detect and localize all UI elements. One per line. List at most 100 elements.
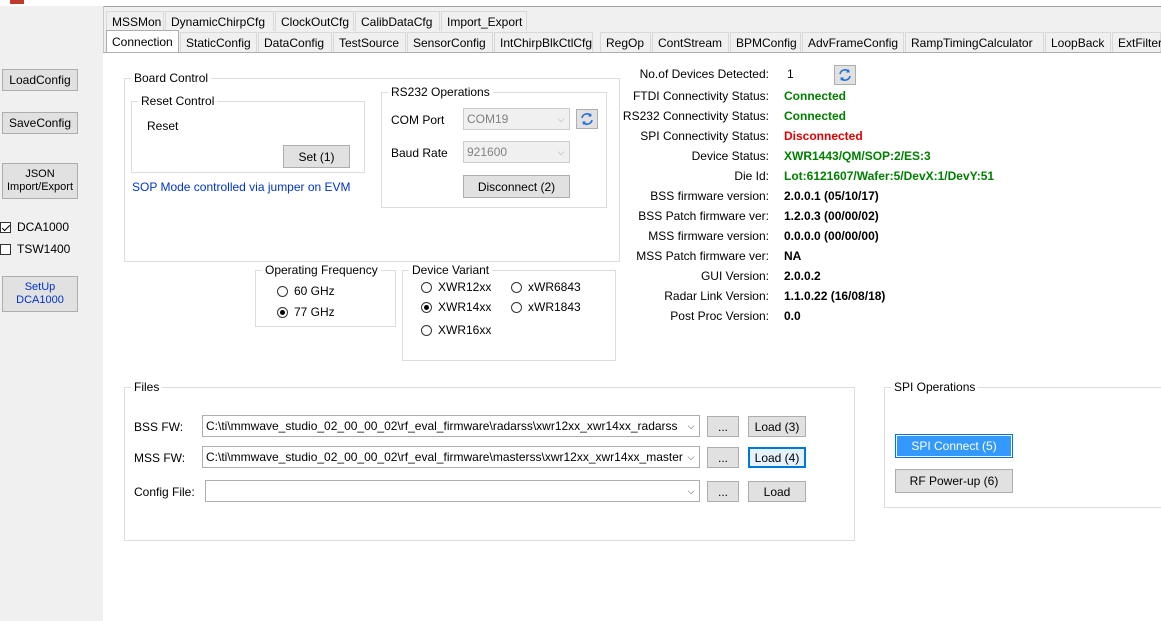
radio-77ghz[interactable]: 77 GHz <box>277 305 335 319</box>
com-port-label: COM Port <box>391 113 445 127</box>
radio-xwr12xx[interactable]: XWR12xx <box>421 280 491 294</box>
radio-xwr14xx[interactable]: XWR14xx <box>421 300 491 314</box>
radio-xwr12xx-label: XWR12xx <box>438 280 492 294</box>
tab-calibdatacfg[interactable]: CalibDataCfg <box>355 11 440 31</box>
bss-fw-path-combo[interactable]: C:\ti\mmwave_studio_02_00_00_02\rf_eval_… <box>202 415 700 437</box>
tab-bpmconfig[interactable]: BPMConfig <box>730 32 801 52</box>
bss-browse-button[interactable]: ... <box>707 416 739 437</box>
mss-fw-path: C:\ti\mmwave_studio_02_00_00_02\rf_eval_… <box>206 450 683 464</box>
load-bss-button[interactable]: Load (3) <box>748 416 806 437</box>
tab-contstream[interactable]: ContStream <box>652 32 729 52</box>
save-config-button[interactable]: SaveConfig <box>2 112 78 134</box>
config-browse-button[interactable]: ... <box>707 481 739 502</box>
tab-dataconfig[interactable]: DataConfig <box>258 32 332 52</box>
radio-xwr14xx-label: XWR14xx <box>438 300 492 314</box>
tab-testsource[interactable]: TestSource <box>333 32 406 52</box>
mss-fw-path-combo[interactable]: C:\ti\mmwave_studio_02_00_00_02\rf_eval_… <box>202 446 700 468</box>
tab-dynamicchirpcfg[interactable]: DynamicChirpCfg <box>165 11 274 31</box>
tab-intchirpblkctlcfg[interactable]: IntChirpBlkCtlCfg <box>494 32 593 52</box>
config-file-label: Config File: <box>134 485 195 499</box>
device-variant-title: Device Variant <box>409 263 493 277</box>
devices-detected-value: 1 <box>787 67 794 81</box>
json-import-export-button[interactable]: JSON Import/Export <box>2 163 78 199</box>
tab-sensorconfig[interactable]: SensorConfig <box>407 32 493 52</box>
status-label: Die Id: <box>734 169 769 183</box>
refresh-icon <box>839 69 851 81</box>
status-value: 0.0.0.0 (00/00/00) <box>784 229 879 243</box>
status-label: MSS Patch firmware ver: <box>636 249 769 263</box>
load-config-file-button[interactable]: Load <box>748 481 806 502</box>
load-config-button[interactable]: LoadConfig <box>2 69 78 91</box>
config-file-combo[interactable]: ⌵ <box>205 480 700 502</box>
setup-button-line2: DCA1000 <box>16 294 64 306</box>
dca1000-check-icon <box>0 221 11 233</box>
sop-mode-note: SOP Mode controlled via jumper on EVM <box>132 180 351 194</box>
tab-ramptimingcalculator[interactable]: RampTimingCalculator <box>905 32 1044 52</box>
files-title: Files <box>131 380 163 394</box>
tab-connection[interactable]: Connection <box>106 30 179 52</box>
board-control-title: Board Control <box>131 71 212 85</box>
window-top-edge <box>0 0 1161 7</box>
status-value: 1.1.0.22 (16/08/18) <box>784 289 886 303</box>
left-panel: LoadConfig SaveConfig JSON Import/Export… <box>0 6 104 620</box>
setup-button-line1: SetUp <box>24 281 56 293</box>
disconnect-button[interactable]: Disconnect (2) <box>463 175 570 198</box>
tab-regop[interactable]: RegOp <box>600 32 651 52</box>
spi-connect-button[interactable]: SPI Connect (5) <box>895 434 1013 458</box>
radio-60ghz-label: 60 GHz <box>294 284 335 298</box>
tab-extfilter[interactable]: ExtFilter <box>1112 32 1161 52</box>
set-button[interactable]: Set (1) <box>283 145 350 168</box>
reset-control-title: Reset Control <box>138 94 218 108</box>
status-label: BSS firmware version: <box>650 189 769 203</box>
tab-mssmon[interactable]: MSSMon <box>106 11 164 31</box>
status-value: Connected <box>784 89 847 103</box>
mss-fw-label: MSS FW: <box>134 451 186 465</box>
tsw1400-checkbox[interactable]: TSW1400 <box>0 242 70 256</box>
tab-staticconfig[interactable]: StaticConfig <box>180 32 257 52</box>
status-label: GUI Version: <box>700 269 769 283</box>
dca1000-checkbox[interactable]: DCA1000 <box>0 220 69 234</box>
devices-detected-label: No.of Devices Detected: <box>639 67 769 81</box>
bss-fw-path: C:\ti\mmwave_studio_02_00_00_02\rf_eval_… <box>206 419 678 433</box>
status-label: SPI Connectivity Status: <box>640 129 769 143</box>
rs232-operations-title: RS232 Operations <box>388 85 493 99</box>
baud-rate-value: 921600 <box>467 145 508 159</box>
dca1000-label: DCA1000 <box>17 220 70 234</box>
tab-clockoutcfg[interactable]: ClockOutCfg <box>275 11 354 31</box>
status-label: Post Proc Version: <box>670 309 769 323</box>
radio-60ghz[interactable]: 60 GHz <box>277 284 335 298</box>
tsw1400-label: TSW1400 <box>17 242 71 256</box>
json-button-line1: JSON <box>25 168 55 180</box>
com-port-value: COM19 <box>467 112 509 126</box>
bss-fw-label: BSS FW: <box>134 420 184 434</box>
status-label: Radar Link Version: <box>664 289 769 303</box>
tsw1400-check-icon <box>0 243 11 255</box>
com-port-select[interactable]: COM19 ⌵ <box>463 108 570 130</box>
status-value: 2.0.0.2 <box>784 269 821 283</box>
baud-rate-label: Baud Rate <box>391 146 448 160</box>
radio-xwr14xx-icon <box>421 301 432 313</box>
rf-powerup-button[interactable]: RF Power-up (6) <box>895 469 1013 493</box>
status-value: Connected <box>784 109 847 123</box>
status-value: NA <box>784 249 802 263</box>
status-value: 0.0 <box>784 309 801 323</box>
radio-xwr16xx-label: XWR16xx <box>438 323 492 337</box>
tab-loopback[interactable]: LoopBack <box>1045 32 1111 52</box>
status-label: MSS firmware version: <box>648 229 769 243</box>
radio-xwr16xx[interactable]: XWR16xx <box>421 323 491 337</box>
status-value: 2.0.0.1 (05/10/17) <box>784 189 879 203</box>
devices-refresh-button[interactable] <box>834 65 856 85</box>
json-button-line2: Import/Export <box>6 181 74 193</box>
tab-advframeconfig[interactable]: AdvFrameConfig <box>802 32 904 52</box>
spi-operations-title: SPI Operations <box>891 380 979 394</box>
tab-import-export[interactable]: Import_Export <box>441 11 527 31</box>
reset-label: Reset <box>147 119 179 133</box>
status-label: Device Status: <box>691 149 769 163</box>
status-value: 1.2.0.3 (00/00/02) <box>784 209 879 223</box>
setup-dca1000-button[interactable]: SetUp DCA1000 <box>2 276 78 312</box>
radio-60ghz-icon <box>277 285 288 297</box>
load-mss-button[interactable]: Load (4) <box>748 447 806 468</box>
mss-browse-button[interactable]: ... <box>707 447 739 468</box>
status-label: RS232 Connectivity Status: <box>622 109 769 123</box>
baud-rate-select[interactable]: 921600 ⌵ <box>463 141 570 163</box>
